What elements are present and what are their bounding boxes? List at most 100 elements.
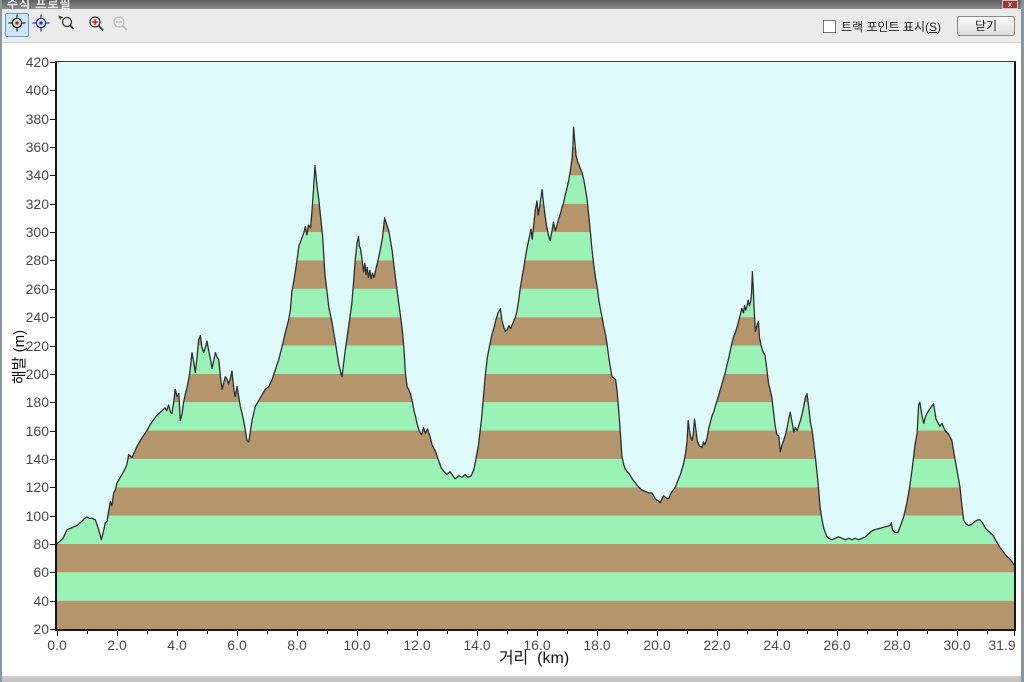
window-title: 수직 프로필 — [7, 0, 72, 9]
track-point-checkbox[interactable] — [823, 20, 837, 33]
y-axis-tick — [50, 90, 55, 92]
x-axis-tick — [897, 631, 898, 636]
x-axis-tick — [477, 631, 478, 636]
y-tick-label: 60 — [33, 564, 49, 581]
zoom-select-tool-button[interactable] — [54, 13, 78, 37]
x-axis-minor-tick — [807, 631, 808, 634]
x-axis-tick — [297, 631, 298, 636]
zoom-out-icon — [111, 14, 129, 37]
y-axis-tick — [50, 175, 55, 177]
x-axis-minor-tick — [747, 631, 748, 634]
zoom-select-magnifier-icon — [57, 14, 75, 37]
y-axis-tick — [50, 232, 55, 234]
toolbar: 트랙 포인트 표시(S) 닫기 — [2, 9, 1021, 43]
x-tick-label: 31.9 — [988, 637, 1016, 653]
y-tick-label: 120 — [25, 479, 49, 496]
y-axis-tick — [50, 317, 55, 319]
x-tick-label: 22.0 — [703, 637, 731, 653]
y-tick-label: 20 — [33, 621, 49, 637]
x-axis-minor-tick — [867, 631, 868, 634]
x-axis-tick — [57, 631, 58, 636]
close-button[interactable]: 닫기 — [957, 16, 1015, 36]
window-close-icon[interactable]: x — [1002, 0, 1018, 9]
x-tick-label: 10.0 — [343, 637, 371, 653]
x-tick-label: 16.0 — [523, 637, 551, 653]
x-axis-minor-tick — [147, 631, 148, 634]
x-axis-tick — [537, 631, 538, 636]
x-axis-tick — [957, 631, 958, 636]
x-axis-tick — [177, 631, 178, 636]
y-axis-tick — [50, 629, 55, 630]
y-tick-label: 340 — [25, 167, 49, 184]
x-tick-label: 4.0 — [167, 637, 187, 653]
y-axis-tick — [50, 203, 55, 205]
y-axis-label: 해발 (m) — [11, 329, 28, 385]
y-tick-label: 40 — [33, 592, 49, 609]
x-axis-minor-tick — [687, 631, 688, 634]
title-bar: 수직 프로필 x — [2, 0, 1021, 9]
x-axis-minor-tick — [447, 631, 448, 634]
y-tick-label: 360 — [25, 139, 49, 155]
x-tick-label: 0.0 — [47, 637, 67, 653]
x-axis-minor-tick — [627, 631, 628, 634]
y-tick-label: 300 — [25, 224, 49, 241]
y-axis-tick — [50, 345, 55, 347]
chart-area: 해발 (m) 거리 (km) 20 40 60 80 100 120 140 160 180 20… — [2, 43, 1021, 676]
y-tick-label: 320 — [25, 195, 49, 212]
track-point-checkbox-label[interactable]: 트랙 포인트 표시(S) — [841, 18, 941, 35]
y-tick-label: 80 — [33, 535, 49, 552]
y-tick-label: 420 — [25, 54, 49, 70]
y-axis-tick — [50, 515, 55, 517]
track-point-blue-tool-button[interactable] — [29, 13, 53, 37]
profile-window: 수직 프로필 x 트랙 포인트 표시(S) 닫기 해발 (m) 거리 (km) … — [0, 0, 1024, 682]
x-axis-minor-tick — [567, 631, 568, 634]
x-axis-minor-tick — [987, 631, 988, 634]
window-bottom-border — [2, 676, 1021, 682]
track-point-red-tool-button[interactable] — [5, 13, 29, 37]
y-axis-tick — [50, 572, 55, 574]
x-axis-tick — [837, 631, 838, 636]
x-axis-tick — [777, 631, 778, 636]
y-tick-label: 260 — [25, 280, 49, 297]
x-tick-label: 18.0 — [583, 637, 611, 653]
x-axis-minor-tick — [327, 631, 328, 634]
y-axis-tick — [50, 430, 55, 432]
x-axis-minor-tick — [387, 631, 388, 634]
y-axis-tick — [50, 600, 55, 602]
y-axis-tick — [50, 62, 55, 63]
y-axis-tick — [50, 458, 55, 460]
plot-area[interactable] — [55, 61, 1016, 631]
y-axis-tick — [50, 288, 55, 290]
x-tick-label: 20.0 — [643, 637, 671, 653]
x-tick-label: 12.0 — [403, 637, 431, 653]
x-tick-label: 26.0 — [823, 637, 851, 653]
x-axis-minor-tick — [207, 631, 208, 634]
zoom-out-tool-button[interactable] — [108, 13, 132, 37]
x-axis-tick — [117, 631, 118, 636]
y-tick-label: 280 — [25, 252, 49, 269]
x-tick-label: 8.0 — [287, 637, 307, 653]
y-axis-tick — [50, 147, 55, 148]
track-point-display-option: 트랙 포인트 표시(S) — [823, 18, 941, 35]
crosshair-blue-icon — [32, 14, 50, 37]
x-tick-label: 28.0 — [883, 637, 911, 653]
x-tick-label: 14.0 — [463, 637, 491, 653]
x-axis-minor-tick — [927, 631, 928, 634]
y-tick-label: 380 — [25, 110, 49, 127]
x-axis-tick — [717, 631, 718, 636]
x-axis-tick — [597, 631, 598, 636]
y-tick-label: 400 — [25, 82, 49, 99]
y-axis-tick — [50, 543, 55, 545]
y-tick-label: 140 — [25, 450, 49, 467]
zoom-in-tool-button[interactable] — [84, 13, 108, 37]
y-tick-label: 180 — [25, 394, 49, 411]
x-axis-tick — [357, 631, 358, 636]
y-tick-label: 240 — [25, 309, 49, 326]
x-tick-label: 6.0 — [227, 637, 247, 653]
x-axis-tick — [657, 631, 658, 636]
x-tick-label: 24.0 — [763, 637, 791, 653]
y-tick-label: 200 — [25, 365, 49, 382]
y-axis-tick — [50, 260, 55, 262]
x-axis-minor-tick — [507, 631, 508, 634]
y-tick-label: 160 — [25, 422, 49, 439]
